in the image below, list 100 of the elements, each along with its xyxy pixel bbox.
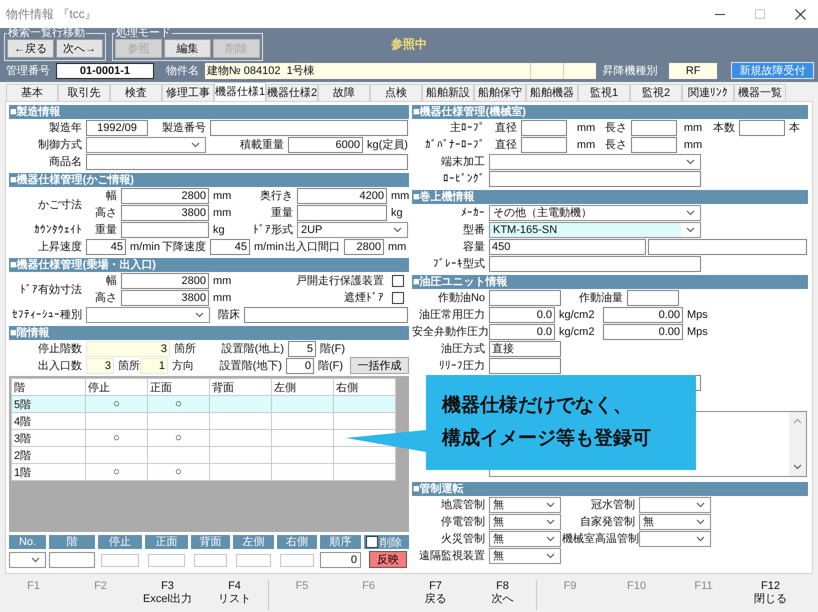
- dropdown[interactable]: その他（主電動機）: [489, 204, 701, 220]
- text-field[interactable]: [631, 120, 677, 136]
- function-key[interactable]: F8 次へ: [469, 580, 536, 610]
- text-field[interactable]: [521, 120, 567, 136]
- text-field[interactable]: [148, 554, 185, 566]
- text-field[interactable]: [101, 554, 139, 566]
- text-field[interactable]: 45: [86, 238, 126, 254]
- text-field[interactable]: 1: [140, 358, 168, 374]
- dropdown[interactable]: 2UP: [297, 222, 408, 238]
- toolbar-button[interactable]: 次へ→: [56, 39, 103, 58]
- dropdown[interactable]: 無: [639, 514, 711, 530]
- dropdown[interactable]: [86, 136, 206, 152]
- name-field[interactable]: 建物№ 084102 1号棟: [204, 62, 596, 78]
- tab[interactable]: 点検: [370, 84, 422, 101]
- dropdown[interactable]: [9, 552, 46, 568]
- text-field[interactable]: [648, 238, 807, 254]
- tab[interactable]: 修理工事: [162, 84, 214, 101]
- text-field[interactable]: [631, 136, 677, 152]
- dropdown[interactable]: 無: [489, 530, 561, 546]
- checkbox[interactable]: [392, 274, 404, 286]
- text-field[interactable]: [489, 170, 701, 186]
- toolbar-button[interactable]: ←戻る: [7, 39, 54, 58]
- tab[interactable]: 船舶新設: [422, 84, 474, 101]
- id-field[interactable]: 01-0001-1: [56, 62, 154, 78]
- text-field[interactable]: 4200: [297, 188, 387, 204]
- text-field[interactable]: [489, 256, 701, 272]
- tab[interactable]: 船舶機器: [526, 84, 578, 101]
- text-field[interactable]: [121, 222, 209, 238]
- text-field[interactable]: 2800: [121, 272, 209, 288]
- text-field[interactable]: 0: [320, 552, 361, 568]
- function-key[interactable]: F3 Excel出力: [134, 580, 201, 610]
- dropdown[interactable]: [489, 154, 701, 170]
- text-field[interactable]: 0.00: [603, 306, 683, 322]
- text-field[interactable]: 0.00: [603, 324, 683, 340]
- text-field[interactable]: 450: [489, 238, 646, 254]
- apply-button[interactable]: 反映: [369, 551, 407, 568]
- tab[interactable]: 機器一覧: [734, 84, 786, 101]
- text-field[interactable]: [86, 154, 408, 170]
- scrollbar[interactable]: [789, 412, 806, 476]
- text-field[interactable]: 6000: [288, 136, 363, 152]
- text-field[interactable]: 0.0: [489, 306, 555, 322]
- table-row[interactable]: 1階 ○ ○: [12, 464, 396, 480]
- tab[interactable]: 船舶保守: [474, 84, 526, 101]
- text-field[interactable]: 0: [286, 358, 314, 374]
- text-field[interactable]: [627, 290, 679, 306]
- dropdown[interactable]: [639, 496, 711, 512]
- text-field[interactable]: [280, 554, 314, 566]
- function-key[interactable]: F7 戻る: [402, 580, 469, 610]
- text-field[interactable]: 直接: [489, 340, 561, 356]
- text-field[interactable]: [521, 136, 567, 152]
- checkbox[interactable]: [392, 292, 404, 304]
- unit-label: Mps: [686, 308, 709, 320]
- checkbox[interactable]: [366, 536, 378, 548]
- text-field[interactable]: 3800: [121, 290, 209, 306]
- text-field[interactable]: 5: [288, 340, 316, 356]
- text-field[interactable]: [489, 358, 561, 374]
- text-field[interactable]: [739, 120, 785, 136]
- text-field[interactable]: [210, 120, 408, 136]
- toolbar-button[interactable]: 編集: [164, 39, 211, 58]
- text-field[interactable]: [194, 554, 227, 566]
- text-field[interactable]: 1992/09: [86, 120, 148, 136]
- unit-label: kg: [390, 206, 404, 218]
- dropdown[interactable]: 無: [489, 514, 561, 530]
- unit-label: m/min: [253, 240, 285, 252]
- text-field[interactable]: [244, 306, 408, 322]
- field-label: 地震管制: [440, 498, 486, 512]
- text-field[interactable]: 3: [86, 340, 170, 356]
- type-field[interactable]: RF: [669, 62, 717, 78]
- dropdown[interactable]: 無: [489, 548, 561, 564]
- text-field[interactable]: 0.0: [489, 324, 555, 340]
- tab[interactable]: 検査: [110, 84, 162, 101]
- tab[interactable]: 故障: [318, 84, 370, 101]
- text-field[interactable]: 2800: [344, 238, 384, 254]
- tab[interactable]: 取引先: [58, 84, 110, 101]
- text-field[interactable]: [297, 204, 387, 220]
- table-row[interactable]: 5階 ○ ○: [12, 396, 396, 412]
- function-key[interactable]: F12 閉じる: [737, 580, 804, 610]
- close-icon[interactable]: [795, 8, 806, 20]
- action-button[interactable]: 一括作成: [350, 357, 409, 374]
- text-field[interactable]: [236, 554, 271, 566]
- text-field[interactable]: 3800: [121, 204, 209, 220]
- text-field[interactable]: [489, 290, 561, 306]
- text-field[interactable]: 2800: [121, 188, 209, 204]
- tab[interactable]: 基本: [6, 84, 58, 101]
- table-row[interactable]: 4階: [12, 412, 396, 430]
- text-field[interactable]: [49, 552, 95, 568]
- text-field[interactable]: 3: [86, 358, 114, 374]
- tab[interactable]: 機器仕様2: [266, 84, 318, 101]
- tab[interactable]: 監視2: [630, 84, 682, 101]
- tab[interactable]: 関連ﾘﾝｸ: [682, 84, 734, 101]
- tab[interactable]: 機器仕様1: [214, 82, 266, 101]
- table-cell: [148, 412, 210, 430]
- dropdown[interactable]: 無: [489, 496, 561, 512]
- text-field[interactable]: 45: [210, 238, 250, 254]
- dropdown[interactable]: KTM-165-SN: [489, 222, 701, 238]
- dropdown[interactable]: [639, 530, 711, 546]
- tab[interactable]: 監視1: [578, 84, 630, 101]
- function-key[interactable]: F4 リスト: [201, 580, 268, 610]
- dropdown[interactable]: [86, 306, 210, 322]
- table-row[interactable]: 2階: [12, 446, 396, 464]
